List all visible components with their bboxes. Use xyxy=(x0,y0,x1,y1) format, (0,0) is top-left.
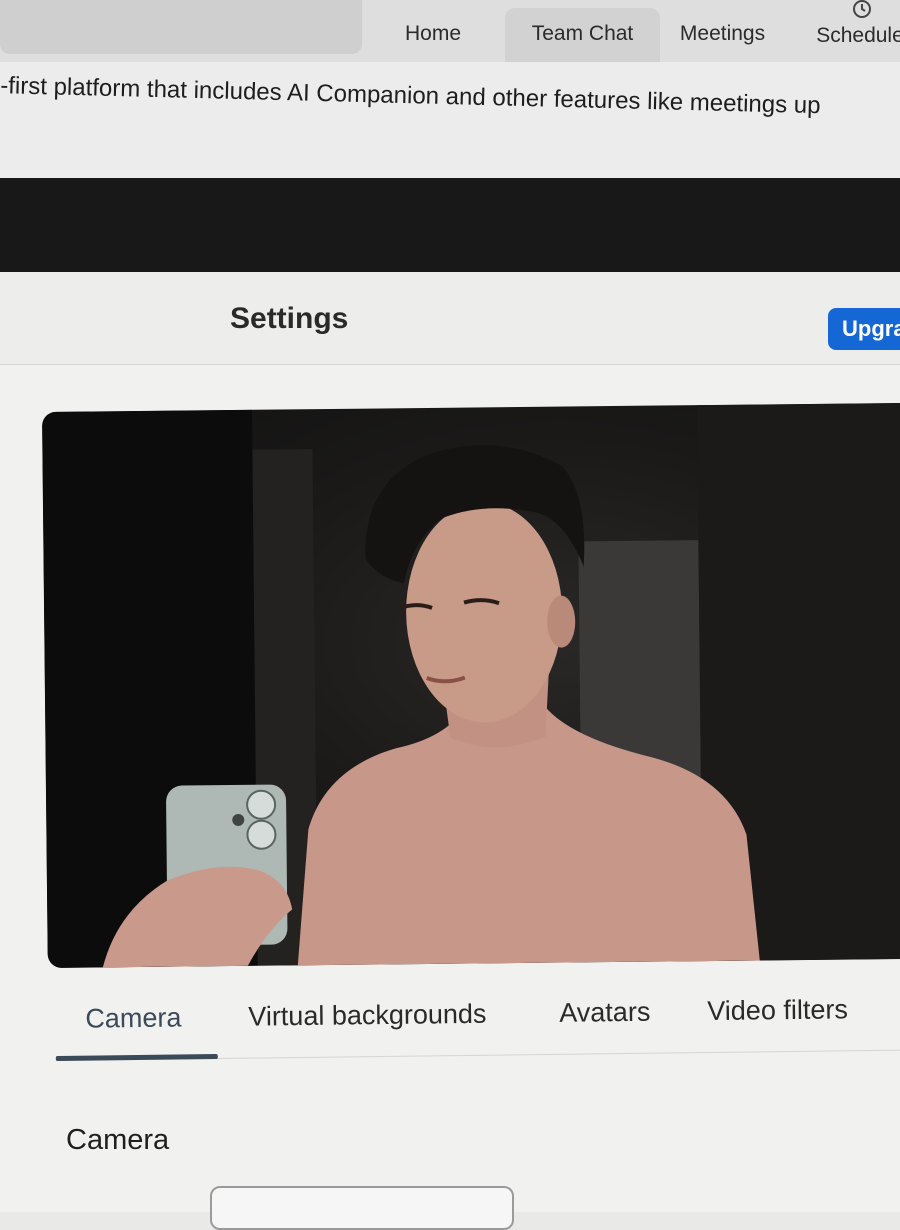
window-title-bar xyxy=(0,178,900,278)
clock-icon xyxy=(853,0,871,18)
top-navigation-bar: Home Team Chat Meetings Schedule xyxy=(0,0,900,70)
nav-schedule-label: Schedule xyxy=(816,24,900,47)
nav-meetings-label: Meetings xyxy=(679,22,766,45)
nav-team-chat-label: Team Chat xyxy=(531,22,634,45)
announcement-banner: I-first platform that includes AI Compan… xyxy=(0,62,900,182)
tab-avatars[interactable]: Avatars xyxy=(559,997,650,1029)
search-bar[interactable] xyxy=(0,0,362,54)
camera-section-heading: Camera xyxy=(66,1124,170,1156)
nav-home-label: Home xyxy=(404,22,462,45)
nav-home[interactable]: Home xyxy=(392,8,474,62)
camera-preview-image xyxy=(42,402,900,968)
camera-select[interactable] xyxy=(210,1186,514,1230)
tab-camera[interactable]: Camera xyxy=(85,1002,181,1034)
nav-team-chat[interactable]: Team Chat xyxy=(505,8,660,62)
nav-meetings[interactable]: Meetings xyxy=(665,8,780,62)
upgrade-button[interactable]: Upgra xyxy=(828,308,900,350)
tab-virtual-backgrounds[interactable]: Virtual backgrounds xyxy=(248,999,487,1033)
tab-video-filters[interactable]: Video filters xyxy=(707,994,848,1027)
nav-schedule[interactable]: Schedule xyxy=(805,0,900,62)
video-settings-tabs: Camera Virtual backgrounds Avatars Video… xyxy=(55,981,900,1072)
camera-preview xyxy=(42,402,900,968)
settings-header xyxy=(0,272,900,365)
active-tab-indicator xyxy=(55,1054,218,1061)
page-title: Settings xyxy=(230,302,349,335)
banner-text: I-first platform that includes AI Compan… xyxy=(0,72,821,120)
